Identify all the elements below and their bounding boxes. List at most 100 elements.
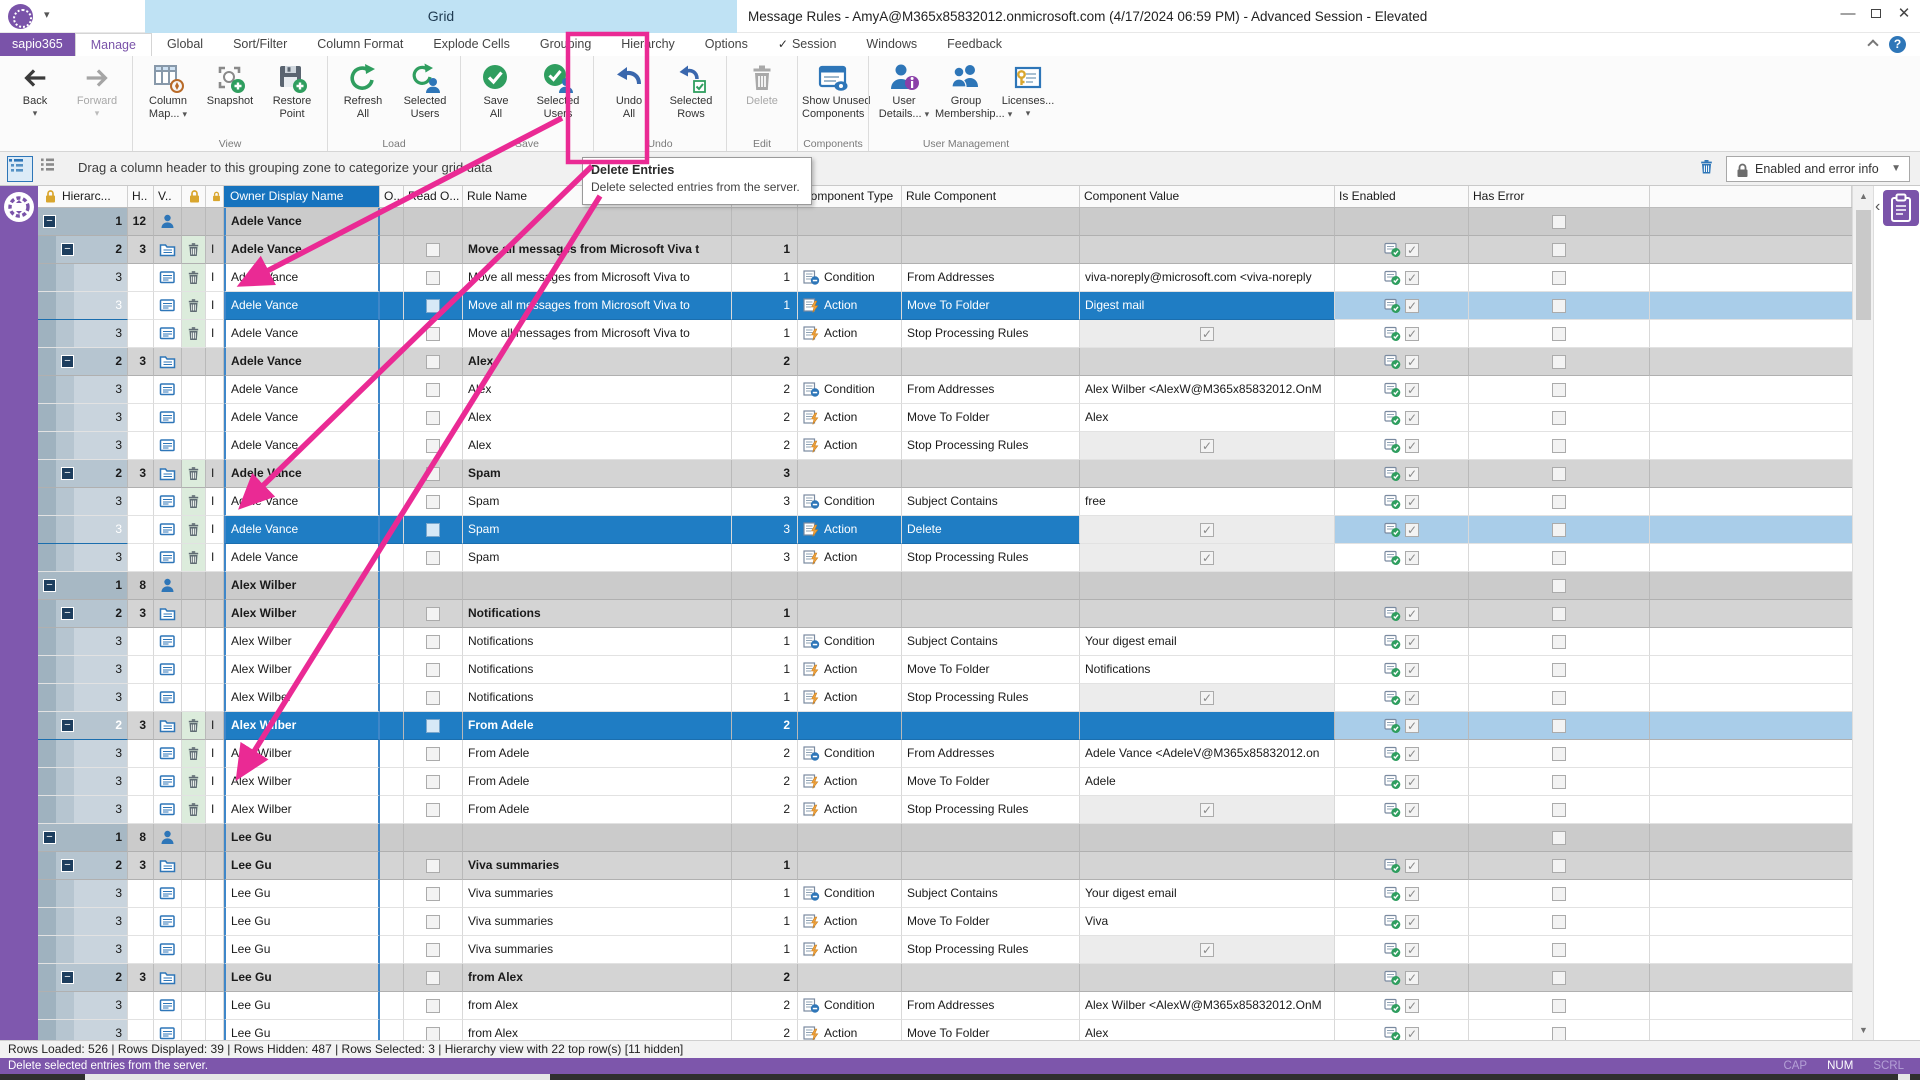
read-only-checkbox[interactable] <box>426 551 440 565</box>
is-enabled-checkbox[interactable] <box>1405 691 1419 705</box>
maximize-button[interactable] <box>1862 0 1890 28</box>
user-details--button[interactable]: UserDetails... ▾ <box>873 58 935 120</box>
is-enabled-checkbox[interactable] <box>1405 327 1419 341</box>
has-error-checkbox[interactable] <box>1552 355 1566 369</box>
read-only-checkbox[interactable] <box>426 663 440 677</box>
settings-gear-icon[interactable] <box>3 191 35 228</box>
has-error-checkbox[interactable] <box>1552 635 1566 649</box>
has-error-checkbox[interactable] <box>1552 775 1566 789</box>
read-only-checkbox[interactable] <box>426 467 440 481</box>
has-error-checkbox[interactable] <box>1552 663 1566 677</box>
has-error-checkbox[interactable] <box>1552 1027 1566 1041</box>
tab-feedback[interactable]: Feedback <box>932 33 1017 56</box>
scroll-down-icon[interactable]: ▼ <box>1853 1020 1874 1040</box>
read-only-checkbox[interactable] <box>426 943 440 957</box>
is-enabled-checkbox[interactable] <box>1405 663 1419 677</box>
snapshot-button[interactable]: Snapshot <box>199 58 261 108</box>
read-only-checkbox[interactable] <box>426 243 440 257</box>
read-only-checkbox[interactable] <box>426 999 440 1013</box>
has-error-checkbox[interactable] <box>1552 859 1566 873</box>
tab-windows[interactable]: Windows <box>851 33 932 56</box>
collapse-toggle[interactable]: − <box>43 831 56 844</box>
rule-group-row[interactable]: −23IAdele VanceMove all messages from Mi… <box>38 236 1852 264</box>
read-only-checkbox[interactable] <box>426 691 440 705</box>
restore-point-button[interactable]: RestorePoint <box>261 58 323 120</box>
is-enabled-checkbox[interactable] <box>1405 803 1419 817</box>
rule-detail-row[interactable]: 3IAdele VanceMove all messages from Micr… <box>38 264 1852 292</box>
has-error-checkbox[interactable] <box>1552 999 1566 1013</box>
value-checkbox[interactable] <box>1200 803 1214 817</box>
rule-detail-row[interactable]: 3Alex WilberNotifications1ActionStop Pro… <box>38 684 1852 712</box>
column-header-has-error[interactable]: Has Error <box>1469 186 1650 207</box>
value-checkbox[interactable] <box>1200 691 1214 705</box>
read-only-checkbox[interactable] <box>426 775 440 789</box>
rule-detail-row[interactable]: 3Adele VanceAlex2ActionStop Processing R… <box>38 432 1852 460</box>
has-error-checkbox[interactable] <box>1552 887 1566 901</box>
read-only-checkbox[interactable] <box>426 971 440 985</box>
has-error-checkbox[interactable] <box>1552 495 1566 509</box>
collapse-toggle[interactable]: − <box>61 355 74 368</box>
read-only-checkbox[interactable] <box>426 355 440 369</box>
has-error-checkbox[interactable] <box>1552 383 1566 397</box>
read-only-checkbox[interactable] <box>426 747 440 761</box>
has-error-checkbox[interactable] <box>1552 747 1566 761</box>
collapse-toggle[interactable]: − <box>43 579 56 592</box>
is-enabled-checkbox[interactable] <box>1405 859 1419 873</box>
help-icon[interactable]: ? <box>1889 36 1906 53</box>
read-only-checkbox[interactable] <box>426 411 440 425</box>
rule-detail-row[interactable]: 3Alex WilberNotifications1ConditionSubje… <box>38 628 1852 656</box>
is-enabled-checkbox[interactable] <box>1405 439 1419 453</box>
value-checkbox[interactable] <box>1200 943 1214 957</box>
tab-grouping[interactable]: Grouping <box>525 33 606 56</box>
read-only-checkbox[interactable] <box>426 803 440 817</box>
column-header-read-o[interactable]: Read O... <box>404 186 463 207</box>
read-only-checkbox[interactable] <box>426 523 440 537</box>
is-enabled-checkbox[interactable] <box>1405 719 1419 733</box>
rule-detail-row[interactable]: 3Lee Gufrom Alex2ConditionFrom Addresses… <box>38 992 1852 1020</box>
collapse-toggle[interactable]: − <box>61 719 74 732</box>
read-only-checkbox[interactable] <box>426 607 440 621</box>
collapse-toggle[interactable]: − <box>61 971 74 984</box>
has-error-checkbox[interactable] <box>1552 831 1566 845</box>
column-header-h[interactable]: H.. <box>128 186 154 207</box>
rule-detail-row[interactable]: 3IAdele VanceSpam3ConditionSubject Conta… <box>38 488 1852 516</box>
rule-detail-row[interactable]: 3IAdele VanceSpam3ActionStop Processing … <box>38 544 1852 572</box>
rule-group-row[interactable]: −23Adele VanceAlex2 <box>38 348 1852 376</box>
has-error-checkbox[interactable] <box>1552 327 1566 341</box>
rule-group-row[interactable]: −23Alex WilberNotifications1 <box>38 600 1852 628</box>
tab-manage[interactable]: Manage <box>75 33 152 56</box>
collapse-ribbon-icon[interactable] <box>1866 37 1880 51</box>
rule-detail-row[interactable]: 3Lee GuViva summaries1ActionMove To Fold… <box>38 908 1852 936</box>
column-header-v[interactable]: V.. <box>154 186 182 207</box>
is-enabled-checkbox[interactable] <box>1405 299 1419 313</box>
read-only-checkbox[interactable] <box>426 915 440 929</box>
app-logo-icon[interactable] <box>8 4 33 29</box>
is-enabled-checkbox[interactable] <box>1405 887 1419 901</box>
has-error-checkbox[interactable] <box>1552 523 1566 537</box>
column-header-lock-1[interactable] <box>182 186 206 207</box>
value-checkbox[interactable] <box>1200 551 1214 565</box>
is-enabled-checkbox[interactable] <box>1405 915 1419 929</box>
column-header-hierarchy[interactable]: Hierarc... <box>38 186 128 207</box>
column-map--button[interactable]: ColumnMap... ▾ <box>137 58 199 120</box>
close-button[interactable]: ✕ <box>1890 0 1918 28</box>
is-enabled-checkbox[interactable] <box>1405 467 1419 481</box>
is-enabled-checkbox[interactable] <box>1405 607 1419 621</box>
read-only-checkbox[interactable] <box>426 299 440 313</box>
scrollbar-thumb[interactable] <box>1856 210 1871 320</box>
column-header-o[interactable]: O... <box>380 186 404 207</box>
is-enabled-checkbox[interactable] <box>1405 635 1419 649</box>
is-enabled-checkbox[interactable] <box>1405 1027 1419 1041</box>
value-checkbox[interactable] <box>1200 523 1214 537</box>
view-filter-dropdown[interactable]: Enabled and error info ▼ <box>1726 156 1910 182</box>
hierarchy-view-toggle[interactable] <box>7 156 33 182</box>
rule-group-row[interactable]: −23IAlex WilberFrom Adele2 <box>38 712 1852 740</box>
column-header-rule-component[interactable]: Rule Component <box>902 186 1080 207</box>
rule-detail-row[interactable]: 3Alex WilberNotifications1ActionMove To … <box>38 656 1852 684</box>
column-header-is-enabled[interactable]: Is Enabled <box>1335 186 1469 207</box>
group-row[interactable]: −112Adele Vance <box>38 208 1852 236</box>
save-all-button[interactable]: SaveAll <box>465 58 527 120</box>
rule-detail-row[interactable]: 3Lee GuViva summaries1ConditionSubject C… <box>38 880 1852 908</box>
collapse-toggle[interactable]: − <box>61 243 74 256</box>
has-error-checkbox[interactable] <box>1552 579 1566 593</box>
